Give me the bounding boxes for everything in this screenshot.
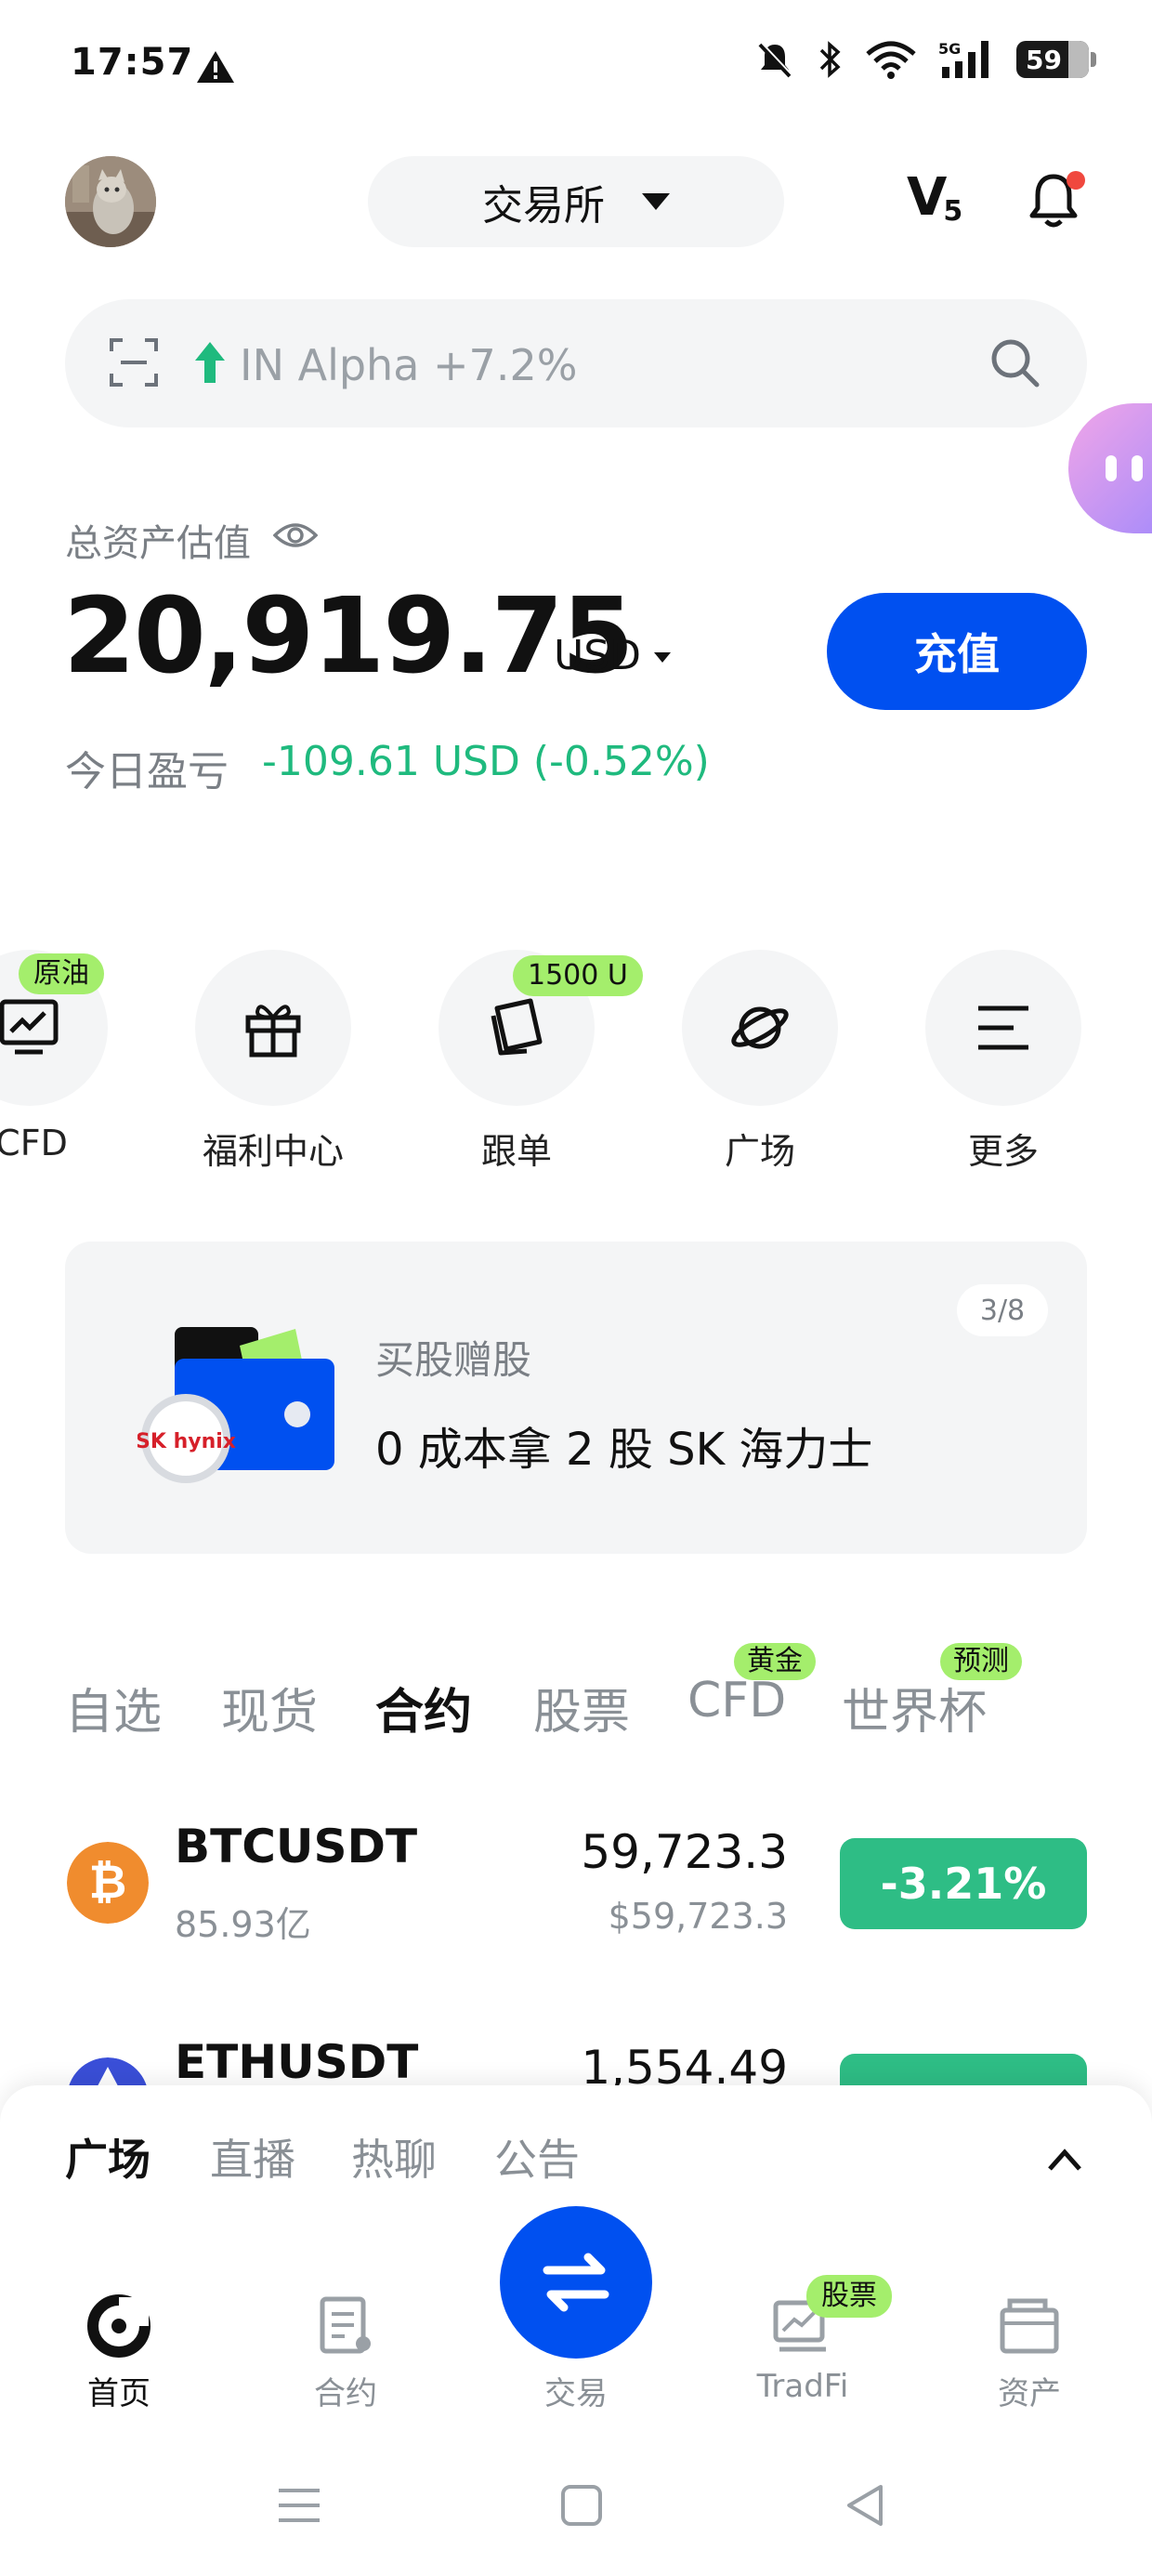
cat-avatar-image [65, 156, 156, 247]
gift-icon [245, 1005, 301, 1058]
shortcut-label: 广场 [724, 1131, 795, 1172]
system-back-icon[interactable] [838, 2477, 894, 2533]
exchange-switcher[interactable]: 交易所 [368, 156, 784, 247]
shortcut-label: 更多 [967, 1131, 1039, 1172]
nav-label: TradFi [756, 2368, 849, 2405]
exchange-label: 交易所 [482, 182, 605, 230]
daily-pnl-label: 今日盈亏 [65, 748, 229, 795]
vip-badge[interactable]: V5 [907, 167, 962, 228]
coin-fiat-price: $59,723.3 [608, 1896, 788, 1937]
sheet-tab-square[interactable]: 广场 [65, 2126, 151, 2188]
vip-letter: V [907, 167, 947, 228]
total-assets-label: 总资产估值 [65, 522, 251, 565]
total-assets-value: 20,919.75 [63, 576, 635, 697]
tab-cfd[interactable]: CFD [687, 1673, 786, 1728]
shortcut-label: 福利中心 [202, 1131, 344, 1172]
trade-button[interactable] [500, 2206, 652, 2359]
cellular-5g-icon: 5G [938, 40, 988, 78]
home-icon [87, 2294, 151, 2358]
tab-watchlist[interactable]: 自选 [65, 1673, 162, 1742]
contract-icon [320, 2296, 371, 2354]
bubble-eye-icon [1106, 455, 1117, 481]
system-menu-icon[interactable] [271, 2477, 327, 2533]
coin-volume: 85.93亿 [175, 1904, 311, 1945]
unit-caret-down-icon [654, 652, 671, 663]
tab-spot[interactable]: 现货 [221, 1673, 318, 1742]
shortcut-label: 跟单 [480, 1131, 552, 1172]
shortcut-tag: 原油 [19, 953, 104, 994]
assistant-bubble[interactable] [1068, 403, 1152, 533]
wallet-nav-icon [1000, 2298, 1059, 2354]
battery-indicator: 59 [1016, 41, 1096, 78]
tab-stocks[interactable]: 股票 [533, 1673, 630, 1742]
coin-symbol: BTCUSDT [175, 1820, 418, 1873]
battery-level: 59 [1026, 44, 1062, 75]
tab-tag: 预测 [940, 1643, 1022, 1680]
sk-hynix-logo: SK hynix [137, 1430, 236, 1453]
chevron-up-icon[interactable] [1046, 2147, 1083, 2173]
planet-icon [731, 1006, 789, 1049]
notification-dot [1067, 171, 1085, 190]
currency-unit-selector[interactable]: USD [554, 632, 641, 679]
change-badge[interactable]: -3.21% [840, 1838, 1087, 1929]
bitcoin-icon: ₿ [67, 1842, 149, 1924]
svg-text:₿: ₿ [89, 1855, 127, 1909]
avatar[interactable] [65, 156, 156, 247]
caret-down-icon [642, 193, 670, 210]
mute-bell-icon [758, 42, 792, 78]
svg-text:5G: 5G [938, 40, 961, 58]
tab-world-cup[interactable]: 世界杯 [842, 1673, 987, 1742]
tab-tag: 黄金 [734, 1643, 816, 1680]
banner-subtitle: 买股赠股 [375, 1337, 532, 1383]
nav-label: 交易 [544, 2375, 608, 2412]
nav-label: 首页 [87, 2375, 151, 2412]
banner-title: 0 成本拿 2 股 SK 海力士 [375, 1424, 873, 1476]
trending-up-arrow-icon [195, 342, 225, 383]
tab-futures[interactable]: 合约 [375, 1673, 472, 1742]
nav-label: 合约 [314, 2375, 377, 2412]
vip-level-number: 5 [943, 195, 962, 228]
shortcut-label: CFD [0, 1123, 68, 1163]
coin-symbol: ETHUSDT [175, 2035, 419, 2089]
wifi-icon [866, 41, 916, 79]
menu-icon [978, 1005, 1028, 1050]
nav-label: 资产 [998, 2375, 1061, 2412]
warning-icon [197, 51, 234, 83]
wallet-icon: SK hynix [137, 1327, 334, 1483]
swap-arrows-icon [543, 2253, 609, 2312]
nav-tag: 股票 [806, 2275, 892, 2318]
status-time: 17:57 [71, 41, 194, 84]
system-home-icon[interactable] [554, 2477, 609, 2533]
status-icons: 5G 59 [754, 39, 1096, 80]
shortcut-tag: 1500 U [513, 955, 643, 996]
bubble-eye-icon [1132, 455, 1143, 481]
search-trending-text: IN Alpha +7.2% [240, 340, 578, 390]
deposit-button[interactable]: 充值 [827, 593, 1087, 710]
eye-icon[interactable] [273, 517, 318, 554]
cards-icon [491, 998, 543, 1056]
sheet-tab-chat[interactable]: 热聊 [351, 2126, 437, 2188]
scan-icon[interactable] [108, 336, 160, 388]
bluetooth-icon [819, 41, 841, 78]
daily-pnl-value: -109.61 USD (-0.52%) [262, 738, 710, 785]
chart-icon [0, 999, 59, 1055]
sheet-tab-live[interactable]: 直播 [210, 2126, 295, 2188]
sheet-tab-announcements[interactable]: 公告 [494, 2126, 580, 2188]
search-icon[interactable] [987, 335, 1042, 390]
banner-page-counter: 3/8 [957, 1284, 1048, 1336]
coin-price: 59,723.3 [581, 1825, 788, 1879]
